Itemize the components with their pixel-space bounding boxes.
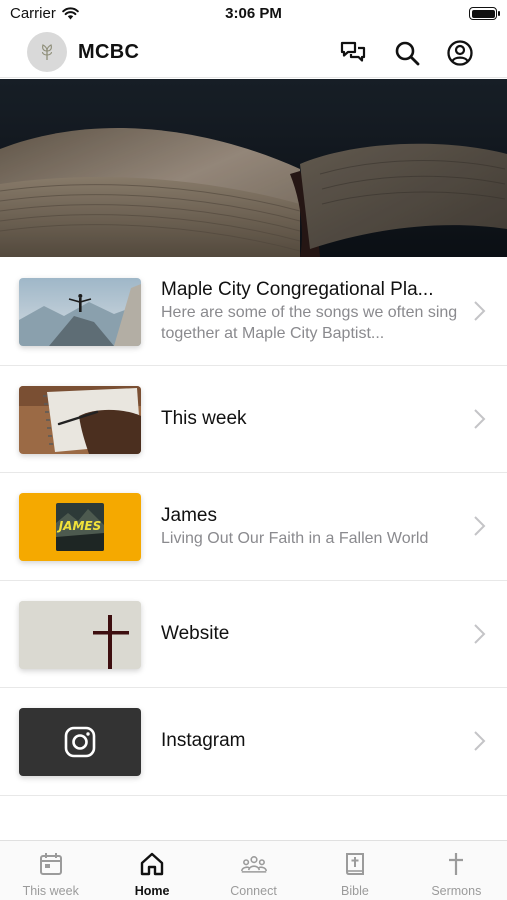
chevron-right-icon (474, 408, 486, 429)
tab-home[interactable]: Home (101, 841, 202, 900)
list-item[interactable]: Website (0, 581, 507, 688)
tab-label: This week (22, 884, 79, 898)
row-text: This week (161, 366, 459, 473)
row-text: Maple City Congregational Pla... Here ar… (161, 258, 459, 365)
cross-thumbnail (19, 600, 141, 669)
james-cover-art: JAMES (56, 503, 104, 551)
mountain-thumbnail (19, 278, 141, 346)
instagram-thumbnail (19, 708, 141, 776)
list-item[interactable]: JAMES James Living Out Our Faith in a Fa… (0, 473, 507, 581)
tab-label: Home (134, 884, 170, 898)
list-item[interactable]: This week (0, 366, 507, 473)
cross-icon (442, 850, 470, 878)
list-item[interactable]: Instagram (0, 688, 507, 796)
status-bar: Carrier 3:06 PM (0, 0, 507, 28)
james-thumbnail: JAMES (19, 493, 141, 561)
row-text: Instagram (161, 688, 459, 795)
chevron-right-icon (474, 623, 486, 644)
row-subtitle: Here are some of the songs we often sing… (161, 304, 458, 343)
people-icon (240, 850, 268, 878)
tab-bible[interactable]: Bible (304, 841, 405, 900)
row-title: James (161, 504, 217, 526)
tab-this-week[interactable]: This week (0, 841, 101, 900)
battery-icon (469, 7, 500, 20)
james-cover-text: JAMES (58, 519, 102, 533)
row-title: Maple City Congregational Pla... (161, 279, 434, 301)
leaf-logo-icon (41, 44, 53, 60)
instagram-icon (64, 726, 96, 758)
row-title: Website (161, 622, 230, 644)
status-time: 3:06 PM (225, 5, 282, 22)
row-title: Instagram (161, 730, 246, 752)
app-header: MCBC (0, 28, 507, 78)
tab-bar: This week Home Connect Bible Sermons (0, 840, 507, 900)
search-icon[interactable] (392, 38, 422, 68)
chat-icon[interactable] (338, 38, 368, 68)
notebook-thumbnail (19, 385, 141, 454)
tab-label: Sermons (431, 884, 482, 898)
tab-sermons[interactable]: Sermons (406, 841, 507, 900)
calendar-icon (37, 850, 65, 878)
content-list: Maple City Congregational Pla... Here ar… (0, 258, 507, 796)
row-title: This week (161, 407, 247, 429)
home-icon (138, 850, 166, 878)
list-item[interactable]: Maple City Congregational Pla... Here ar… (0, 258, 507, 366)
chevron-right-icon (474, 516, 486, 536)
row-subtitle: Living Out Our Faith in a Fallen World (161, 529, 429, 547)
chevron-right-icon (474, 301, 486, 321)
row-text: James Living Out Our Faith in a Fallen W… (161, 473, 459, 580)
chevron-right-icon (474, 731, 486, 751)
account-icon[interactable] (445, 38, 475, 68)
row-text: Website (161, 581, 459, 688)
tab-label: Bible (341, 884, 369, 898)
tab-label: Connect (230, 884, 277, 898)
church-logo[interactable] (27, 32, 67, 72)
hero-book-image (0, 79, 507, 257)
bible-icon (341, 850, 369, 878)
tab-connect[interactable]: Connect (203, 841, 304, 900)
app-title: MCBC (78, 41, 140, 63)
